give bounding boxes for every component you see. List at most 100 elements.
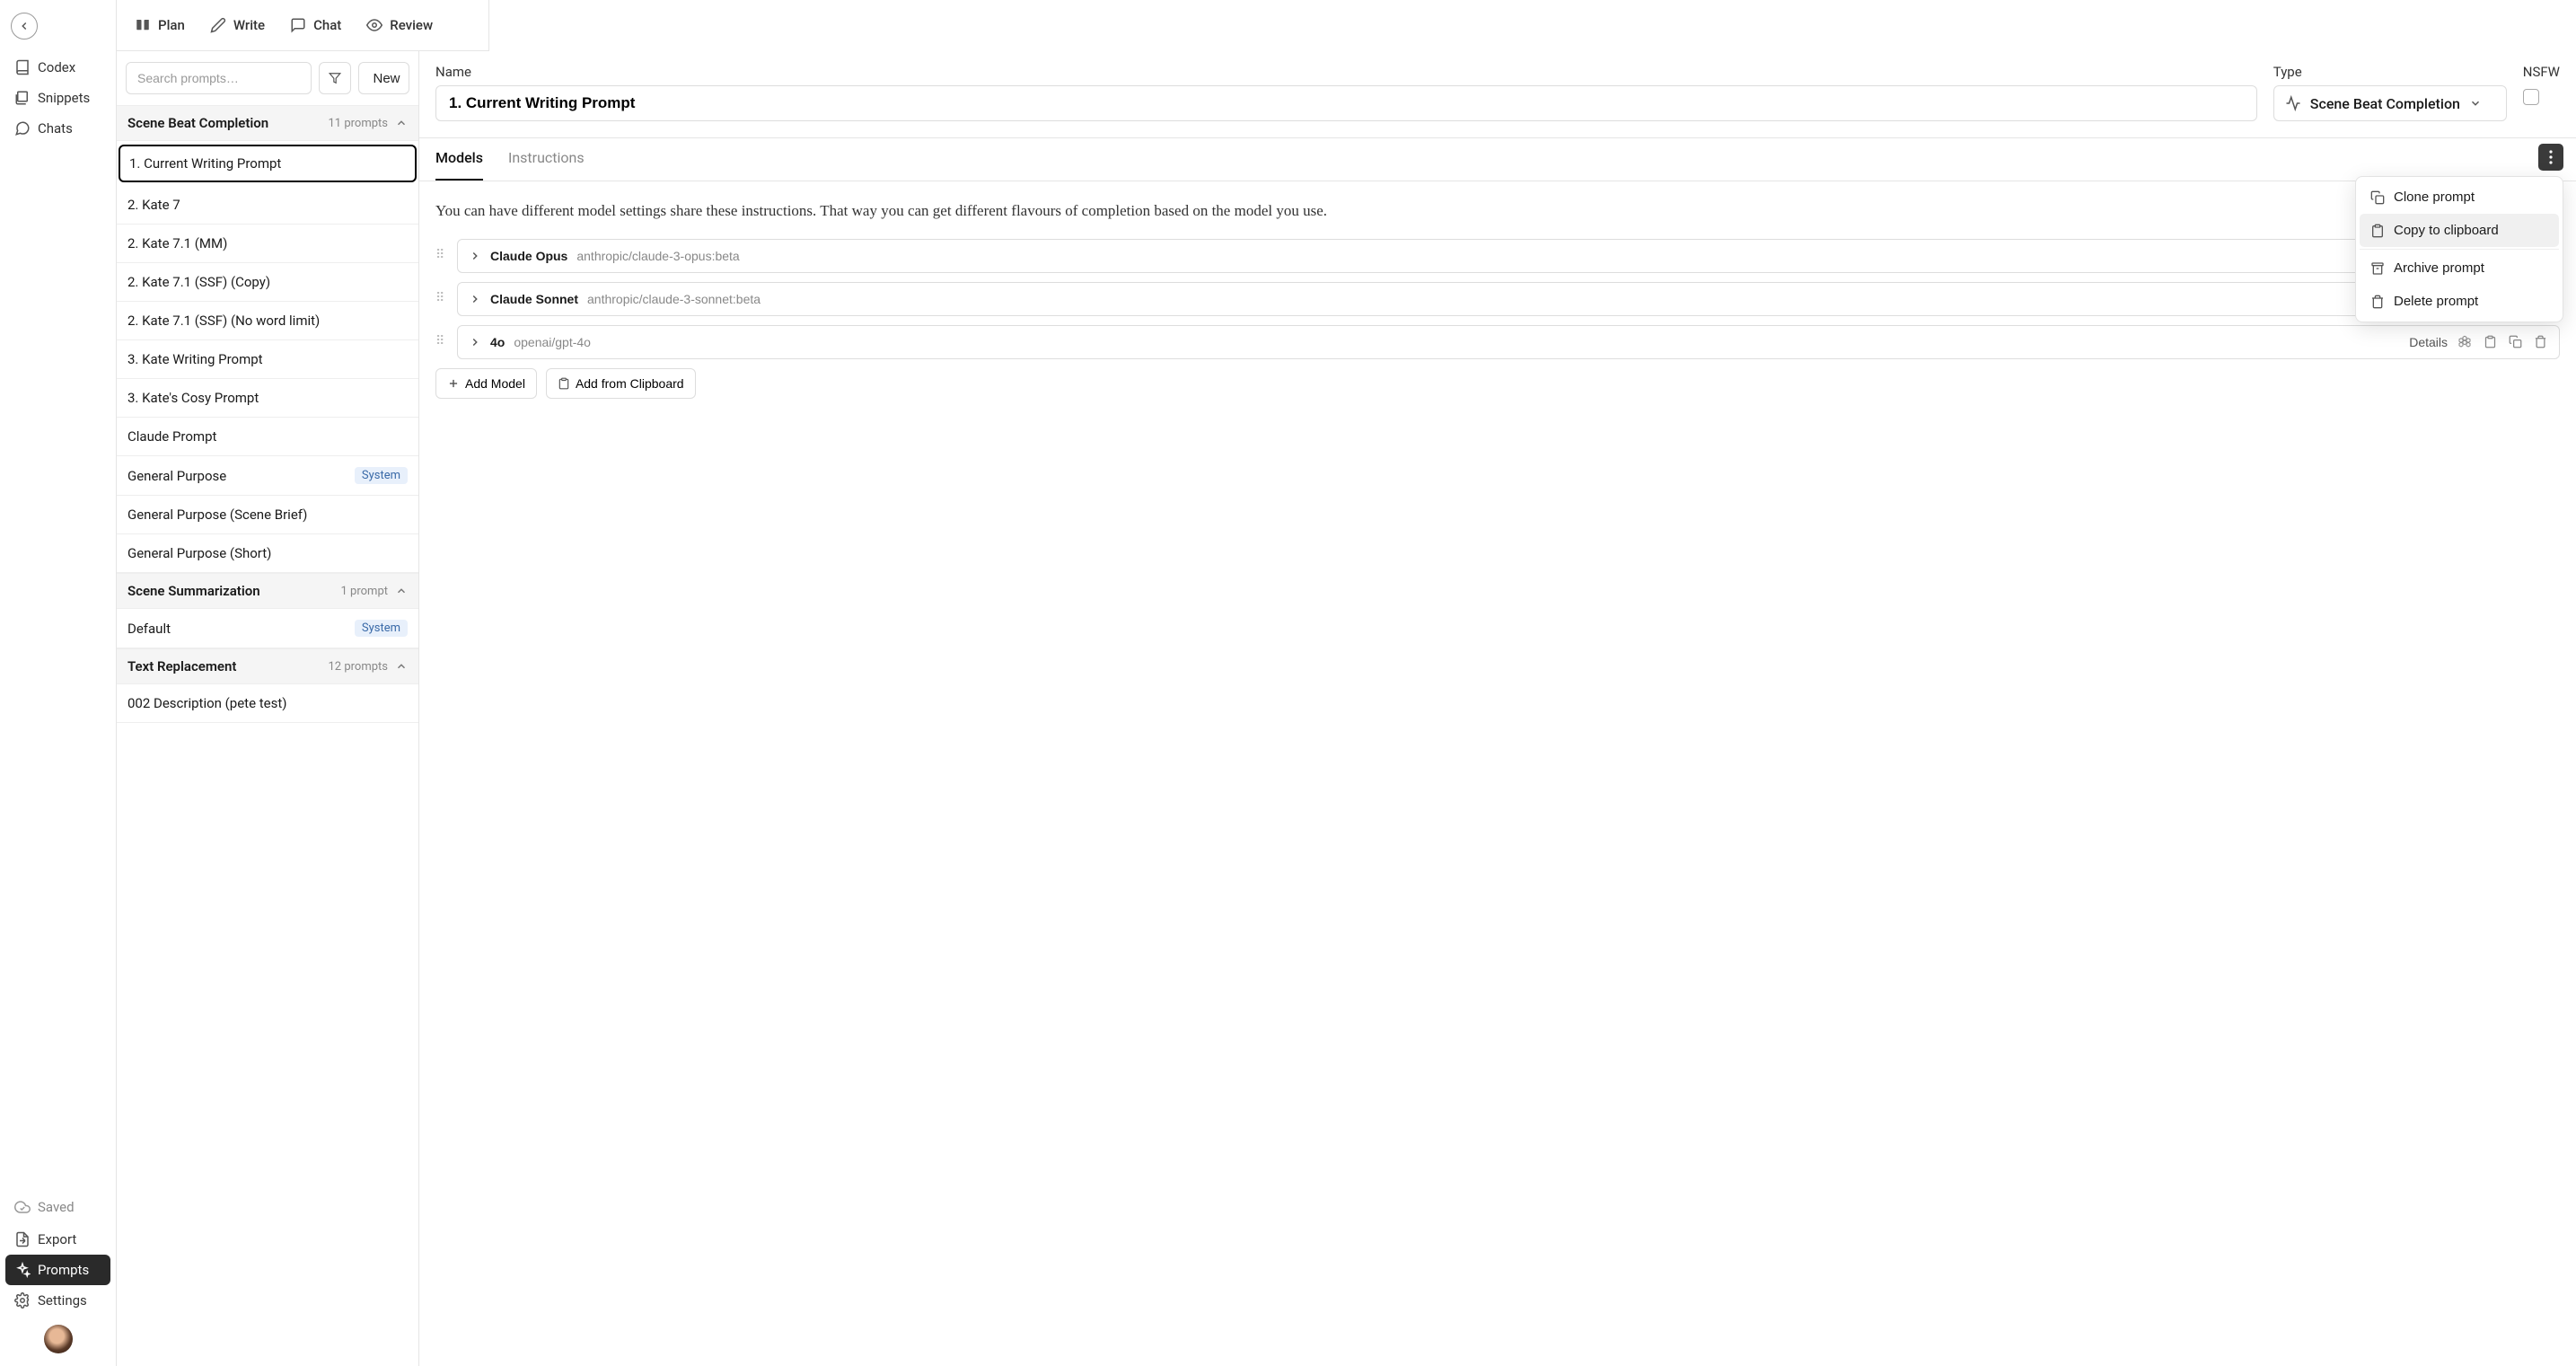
add-from-clipboard-button[interactable]: Add from Clipboard [546,368,696,399]
prompt-label: 1. Current Writing Prompt [129,155,281,172]
nav-snippets[interactable]: Snippets [5,83,110,113]
type-select[interactable]: Scene Beat Completion [2273,85,2507,121]
model-id: openai/gpt-4o [514,335,591,349]
prompt-item[interactable]: 2. Kate 7.1 (SSF) (No word limit) [117,302,418,340]
menu-label: Copy to clipboard [2394,223,2499,238]
group-count: 11 prompts [329,117,389,130]
nav-export[interactable]: Export [5,1224,110,1255]
cloud-icon [14,1199,31,1215]
context-menu: Clone prompt Copy to clipboard Archive pro… [2355,176,2563,322]
nav-prompts[interactable]: Prompts [5,1255,110,1285]
left-nav: Codex Snippets Chats Saved Export Prompt… [0,0,117,1366]
filter-button[interactable] [319,62,351,94]
more-button[interactable] [2538,144,2563,171]
new-button[interactable]: New [358,62,409,94]
prompt-item[interactable]: 3. Kate's Cosy Prompt [117,379,418,418]
tab-plan[interactable]: Plan [135,17,185,33]
prompt-item[interactable]: 2. Kate 7.1 (SSF) (Copy) [117,263,418,302]
trash-icon[interactable] [2532,335,2548,348]
group-header[interactable]: Scene Summarization1 prompt [117,573,418,609]
subtab-instructions[interactable]: Instructions [508,149,585,181]
tab-review[interactable]: Review [366,17,433,33]
nsfw-label: NSFW [2523,64,2560,80]
help-text: You can have different model settings sh… [435,199,2390,223]
model-name: 4o [490,335,505,349]
prompt-label: 2. Kate 7 [127,197,180,213]
menu-separator [2360,249,2559,250]
model-row: ⠿ Claude Opus anthropic/claude-3-opus:be… [435,239,2560,273]
name-label: Name [435,64,2257,80]
menu-item-copy-to-clipboard[interactable]: Copy to clipboard [2360,214,2559,247]
prompt-item[interactable]: General Purpose (Short) [117,534,418,573]
back-button[interactable] [11,13,38,40]
nsfw-checkbox[interactable] [2523,89,2539,105]
add-model-button[interactable]: Add Model [435,368,537,399]
chevron-right-icon[interactable] [469,336,481,348]
model-row: ⠿ Claude Sonnet anthropic/claude-3-sonne… [435,282,2560,316]
drag-handle[interactable]: ⠿ [435,248,448,263]
prompt-label: General Purpose [127,468,226,484]
add-model-label: Add Model [465,376,525,391]
prompt-label: 3. Kate's Cosy Prompt [127,390,259,406]
prompt-label: General Purpose (Short) [127,545,271,561]
menu-label: Delete prompt [2394,294,2478,309]
tab-write[interactable]: Write [210,17,265,33]
chevron-right-icon[interactable] [469,250,481,262]
avatar[interactable] [44,1325,73,1353]
prompt-item[interactable]: 002 Description (pete test) [117,684,418,723]
nav-label: Settings [38,1292,87,1309]
chevron-up-icon [395,117,408,129]
group-header[interactable]: Scene Beat Completion11 prompts [117,105,418,141]
chevron-up-icon [395,585,408,597]
model-card: 4o openai/gpt-4o Details [457,325,2560,359]
name-input[interactable] [435,85,2257,121]
type-label: Type [2273,64,2507,80]
saved-indicator: Saved [5,1194,110,1221]
book-icon [14,59,31,75]
search-input[interactable] [126,62,312,94]
group-header[interactable]: Text Replacement 12 prompts [117,648,418,684]
nav-codex[interactable]: Codex [5,52,110,83]
menu-item-clone-prompt[interactable]: Clone prompt [2360,181,2559,214]
saved-label: Saved [38,1199,75,1215]
export-icon [14,1231,31,1247]
copy-icon[interactable] [2507,335,2523,348]
details-link[interactable]: Details [2409,335,2448,349]
model-card: Claude Opus anthropic/claude-3-opus:beta… [457,239,2560,273]
pencil-icon [210,17,226,33]
prompt-item[interactable]: General Purpose (Scene Brief) [117,496,418,534]
tab-label: Chat [313,17,341,33]
chevron-up-icon [395,660,408,673]
prompt-item[interactable]: 2. Kate 7 [117,186,418,225]
provider-icon [2457,335,2473,349]
prompt-item[interactable]: DefaultSystem [117,609,418,648]
clipboard-icon [558,377,570,390]
prompt-item[interactable]: General PurposeSystem [117,456,418,496]
prompt-label: 2. Kate 7.1 (SSF) (Copy) [127,274,270,290]
group-title: Text Replacement [127,658,236,674]
chat-icon [14,120,31,137]
tab-chat[interactable]: Chat [290,17,341,33]
drag-handle[interactable]: ⠿ [435,291,448,306]
drag-handle[interactable]: ⠿ [435,334,448,349]
trash-icon [2370,295,2385,309]
model-card: Claude Sonnet anthropic/claude-3-sonnet:… [457,282,2560,316]
group-count: 12 prompts [329,660,389,674]
prompt-label: 3. Kate Writing Prompt [127,351,263,367]
menu-item-delete-prompt[interactable]: Delete prompt [2360,285,2559,318]
system-badge: System [355,620,408,637]
prompt-list-pane: New Scene Beat Completion11 prompts 1. Cu… [117,51,419,1366]
nav-chats[interactable]: Chats [5,113,110,144]
prompt-item[interactable]: 1. Current Writing Prompt [119,145,417,182]
copy-icon [2370,190,2385,205]
type-value: Scene Beat Completion [2310,95,2460,112]
subtab-models[interactable]: Models [435,149,483,181]
prompt-item[interactable]: 2. Kate 7.1 (MM) [117,225,418,263]
clipboard-icon[interactable] [2482,335,2498,348]
chevron-right-icon[interactable] [469,293,481,305]
nav-settings[interactable]: Settings [5,1285,110,1316]
model-row: ⠿ 4o openai/gpt-4o Details [435,325,2560,359]
prompt-item[interactable]: 3. Kate Writing Prompt [117,340,418,379]
prompt-item[interactable]: Claude Prompt [117,418,418,456]
menu-item-archive-prompt[interactable]: Archive prompt [2360,251,2559,285]
